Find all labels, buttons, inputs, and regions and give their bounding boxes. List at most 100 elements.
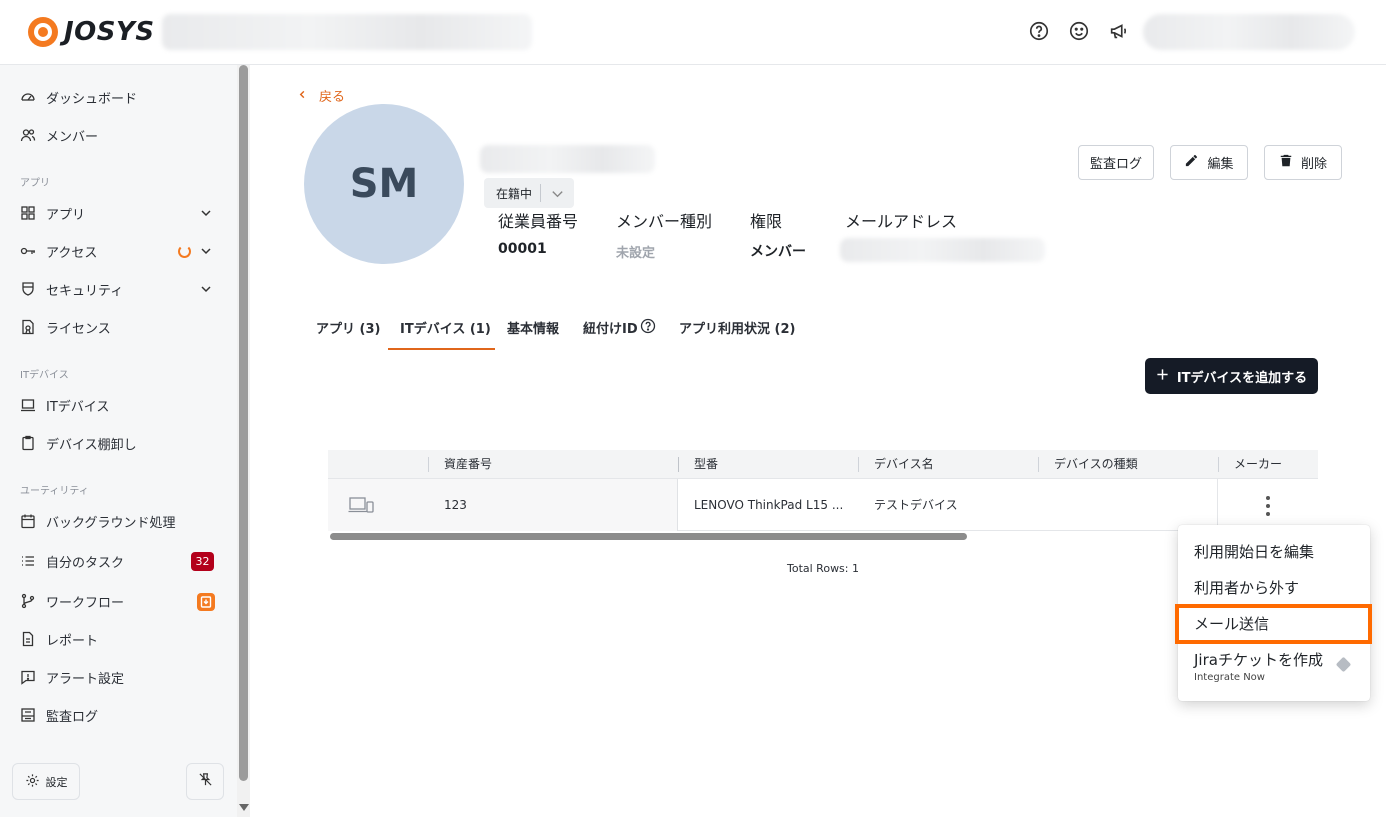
sidebar-item-label: バックグラウンド処理 — [46, 515, 176, 531]
audit-log-label: 監査ログ — [1089, 157, 1142, 172]
column-divider[interactable] — [1038, 457, 1039, 472]
key-icon — [20, 243, 36, 259]
help-icon[interactable] — [1028, 20, 1050, 42]
shield-icon — [20, 281, 36, 297]
member-type-value: 未設定 — [616, 246, 656, 261]
devices-table-header: 資産番号 型番 デバイス名 デバイスの種類 メーカー — [328, 450, 1318, 479]
tab-label: 紐付けID — [583, 322, 638, 337]
audit-log-button[interactable]: 監査ログ — [1078, 145, 1154, 180]
chevron-down-icon[interactable] — [198, 205, 214, 221]
members-icon — [20, 127, 36, 143]
tab-label: 基本情報 — [507, 322, 560, 337]
tasks-icon — [20, 553, 36, 569]
column-header-device-name[interactable]: デバイス名 — [874, 450, 934, 479]
sidebar-item-label: ワークフロー — [46, 595, 125, 611]
sidebar-item-alert-settings[interactable]: アラート設定 — [20, 665, 220, 689]
sidebar-item-my-tasks[interactable]: 自分のタスク — [20, 549, 220, 573]
gear-icon — [25, 773, 40, 791]
report-icon — [20, 631, 36, 647]
sidebar-item-apps[interactable]: アプリ — [20, 201, 214, 225]
add-it-device-label: ITデバイスを追加する — [1176, 370, 1308, 386]
pencil-icon — [1184, 153, 1199, 172]
user-menu-blurred[interactable] — [1143, 14, 1355, 50]
column-header-maker[interactable]: メーカー — [1234, 450, 1282, 479]
role-value: メンバー — [750, 244, 806, 260]
jira-diamond-icon — [1335, 656, 1352, 673]
top-bar: JOSYS — [0, 0, 1386, 65]
sidebar-section-it-devices: ITデバイス — [20, 370, 69, 381]
tab-apps[interactable]: アプリ (3) — [316, 313, 380, 350]
sidebar-item-label: セキュリティ — [46, 283, 124, 299]
jira-integrate-now[interactable]: Integrate Now — [1194, 672, 1265, 683]
chevron-down-icon[interactable] — [198, 281, 214, 297]
row-divider — [1217, 479, 1218, 531]
sidebar-item-it-devices[interactable]: ITデバイス — [20, 393, 220, 417]
sidebar-item-report[interactable]: レポート — [20, 627, 220, 651]
sidebar-section-utility: ユーティリティ — [20, 486, 89, 497]
task-count-badge: 32 — [191, 552, 214, 571]
back-label: 戻る — [319, 90, 346, 105]
sidebar-scroll-down-arrow[interactable] — [239, 804, 249, 811]
column-divider[interactable] — [858, 457, 859, 472]
menu-item-remove-user[interactable]: 利用者から外す — [1194, 577, 1299, 598]
role-label: 権限 — [750, 212, 783, 231]
tab-it-devices[interactable]: ITデバイス (1) — [388, 313, 495, 350]
audit-icon — [20, 707, 36, 723]
table-horizontal-scrollbar[interactable] — [330, 533, 967, 540]
column-divider[interactable] — [1218, 457, 1219, 472]
megaphone-icon[interactable] — [1108, 20, 1130, 42]
row-actions-kebab-icon[interactable] — [1264, 496, 1272, 516]
plus-icon — [1156, 368, 1169, 385]
table-row[interactable]: 123 LENOVO ThinkPad L15 ... テストデバイス — [328, 479, 1318, 531]
help-circle-icon[interactable] — [640, 318, 656, 338]
sidebar-item-label: レポート — [46, 633, 99, 649]
sidebar-item-background-jobs[interactable]: バックグラウンド処理 — [20, 509, 220, 533]
column-divider[interactable] — [428, 457, 429, 472]
chevron-down-icon[interactable] — [198, 243, 214, 259]
settings-button[interactable]: 設定 — [12, 763, 80, 800]
sidebar-item-device-inventory[interactable]: デバイス棚卸し — [20, 431, 220, 455]
sidebar-item-members[interactable]: メンバー — [20, 123, 220, 147]
apps-icon — [20, 205, 36, 221]
delete-label: 削除 — [1300, 157, 1327, 172]
column-header-device-type[interactable]: デバイスの種類 — [1054, 450, 1138, 479]
settings-label: 設定 — [45, 775, 68, 789]
sidebar-item-audit-log[interactable]: 監査ログ — [20, 703, 220, 727]
workflow-icon — [20, 593, 36, 609]
josys-logo[interactable]: JOSYS — [28, 17, 155, 47]
sidebar-item-dashboard[interactable]: ダッシュボード — [20, 85, 220, 109]
status-dropdown[interactable]: 在籍中 — [484, 178, 574, 208]
sidebar-item-label: アプリ — [46, 207, 86, 223]
logo-mark-icon — [28, 17, 58, 47]
edit-button[interactable]: 編集 — [1170, 145, 1248, 180]
back-link[interactable]: 戻る — [298, 86, 345, 105]
delete-button[interactable]: 削除 — [1264, 145, 1342, 180]
logo-text: JOSYS — [64, 17, 155, 47]
sidebar-item-label: メンバー — [46, 129, 99, 145]
sidebar-item-security[interactable]: セキュリティ — [20, 277, 214, 301]
smile-icon[interactable] — [1068, 20, 1090, 42]
tab-linked-ids[interactable]: 紐付けID — [583, 313, 656, 350]
column-header-model[interactable]: 型番 — [694, 450, 718, 479]
chevron-down-icon[interactable] — [541, 186, 574, 201]
chevron-left-icon — [298, 88, 307, 103]
trash-icon — [1279, 153, 1293, 172]
tab-label: ITデバイス (1) — [400, 322, 491, 337]
sidebar-item-license[interactable]: ライセンス — [20, 315, 220, 339]
dashboard-icon — [20, 89, 36, 105]
menu-item-edit-start-date[interactable]: 利用開始日を編集 — [1194, 541, 1314, 562]
global-search-blurred[interactable] — [162, 14, 532, 50]
tab-app-usage[interactable]: アプリ利用状況 (2) — [679, 313, 795, 350]
tab-basic-info[interactable]: 基本情報 — [507, 313, 559, 350]
column-header-asset-no[interactable]: 資産番号 — [444, 450, 492, 479]
member-name-blurred — [480, 145, 655, 173]
column-divider[interactable] — [678, 457, 679, 472]
sidebar-item-workflow[interactable]: ワークフロー — [20, 589, 220, 613]
member-type-label: メンバー種別 — [616, 212, 713, 231]
cell-asset-no: 123 — [444, 498, 467, 512]
sidebar-unpin-button[interactable] — [186, 763, 224, 800]
sidebar-scrollbar-thumb[interactable] — [239, 65, 248, 781]
cell-device-name: テストデバイス — [874, 498, 958, 512]
menu-item-create-jira-ticket[interactable]: Jiraチケットを作成 — [1194, 649, 1323, 670]
add-it-device-button[interactable]: ITデバイスを追加する — [1145, 358, 1318, 394]
